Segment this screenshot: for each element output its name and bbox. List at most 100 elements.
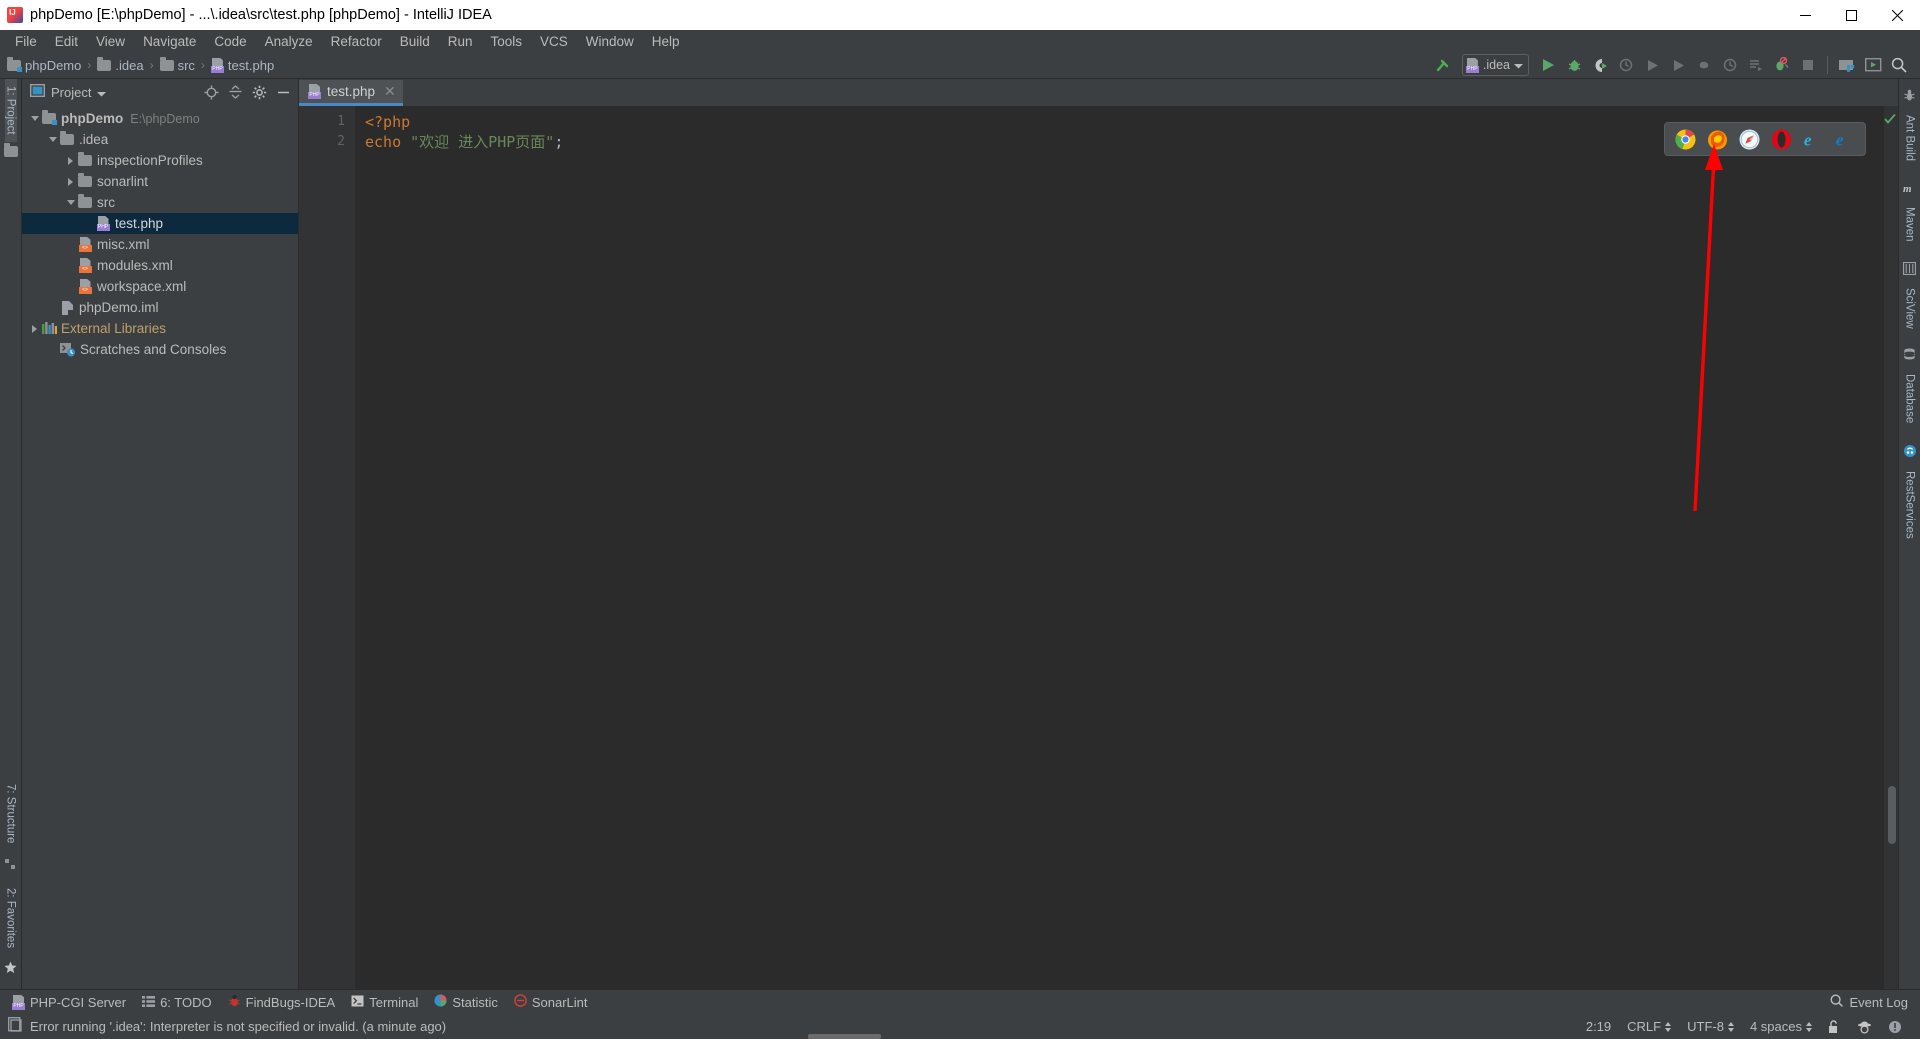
tree-item-modulesxml[interactable]: <> modules.xml bbox=[22, 255, 298, 276]
tree-item-sonarlint[interactable]: sonarlint bbox=[22, 171, 298, 192]
chevron-down-icon[interactable] bbox=[97, 84, 107, 102]
collapse-all-icon[interactable] bbox=[224, 82, 246, 104]
notification-icon[interactable] bbox=[8, 1016, 22, 1037]
project-structure-icon[interactable] bbox=[1834, 53, 1860, 77]
sidebar-item-project[interactable]: 1: Project bbox=[4, 79, 17, 142]
sidebar-item-database[interactable]: Database bbox=[1904, 368, 1916, 437]
menu-code[interactable]: Code bbox=[205, 32, 255, 51]
toolwindow-terminal[interactable]: Terminal bbox=[347, 995, 430, 1010]
tree-item-miscxml[interactable]: <> misc.xml bbox=[22, 234, 298, 255]
menu-file[interactable]: File bbox=[6, 32, 46, 51]
menu-view[interactable]: View bbox=[87, 32, 134, 51]
tree-item-testphp[interactable]: PHP test.php bbox=[22, 213, 298, 234]
toolwindow-statistic[interactable]: Statistic bbox=[430, 994, 510, 1010]
build-hammer-icon[interactable] bbox=[1430, 53, 1456, 77]
sidebar-item-sciview[interactable]: SciView bbox=[1904, 282, 1916, 343]
menu-help[interactable]: Help bbox=[643, 32, 689, 51]
menu-analyze[interactable]: Analyze bbox=[256, 32, 322, 51]
search-everywhere-icon[interactable] bbox=[1886, 53, 1912, 77]
hide-panel-icon[interactable] bbox=[272, 82, 294, 104]
stop-watch-icon[interactable] bbox=[1717, 53, 1743, 77]
caret-position[interactable]: 2:19 bbox=[1578, 1019, 1619, 1034]
run-with-coverage-icon[interactable] bbox=[1587, 53, 1613, 77]
tree-item-inspectionprofiles[interactable]: inspectionProfiles bbox=[22, 150, 298, 171]
firefox-icon[interactable] bbox=[1706, 128, 1728, 150]
php-file-icon: PHP bbox=[308, 84, 321, 99]
toolwindow-sonarlint[interactable]: SonarLint bbox=[510, 994, 600, 1010]
expand-arrow-icon[interactable] bbox=[64, 177, 77, 186]
maximize-icon[interactable] bbox=[1828, 0, 1874, 30]
horizontal-scrollbar[interactable] bbox=[808, 1034, 881, 1039]
stop-square-icon[interactable] bbox=[1795, 53, 1821, 77]
expand-arrow-icon[interactable] bbox=[64, 156, 77, 165]
safari-icon[interactable] bbox=[1738, 128, 1760, 150]
opera-icon[interactable] bbox=[1770, 128, 1792, 150]
breadcrumb-item-src[interactable]: src bbox=[159, 56, 195, 73]
debug-breakpoint-mute-icon[interactable] bbox=[1769, 53, 1795, 77]
sidebar-item-maven[interactable]: Maven bbox=[1904, 201, 1916, 256]
edge-icon[interactable]: e bbox=[1834, 128, 1856, 150]
breadcrumb-item-phpdemo[interactable]: phpDemo bbox=[7, 56, 81, 73]
code-content[interactable]: <?php echo "欢迎 进入PHP页面"; e e bbox=[355, 106, 1884, 989]
sidebar-item-structure[interactable]: 7: Structure bbox=[5, 777, 17, 850]
update-project-icon[interactable] bbox=[1860, 53, 1886, 77]
tree-item-phpdemo[interactable]: phpDemo E:\phpDemo bbox=[22, 108, 298, 129]
tree-item-phpdemoiml[interactable]: phpDemo.iml bbox=[22, 297, 298, 318]
favorites-star-icon bbox=[4, 961, 17, 979]
close-icon[interactable]: ✕ bbox=[384, 83, 396, 100]
breadcrumb-item-testphp[interactable]: PHP test.php bbox=[210, 57, 274, 73]
menu-edit[interactable]: Edit bbox=[46, 32, 87, 51]
expand-arrow-icon[interactable] bbox=[46, 137, 59, 142]
rerun-icon[interactable] bbox=[1665, 53, 1691, 77]
toolwindow-findbugs-idea[interactable]: FindBugs-IDEA bbox=[224, 994, 348, 1010]
chrome-icon[interactable] bbox=[1674, 128, 1696, 150]
expand-arrow-icon[interactable] bbox=[64, 200, 77, 205]
editor-tab-testphp[interactable]: PHP test.php ✕ bbox=[299, 80, 403, 106]
settings-gear-icon[interactable] bbox=[248, 82, 270, 104]
run-icon[interactable] bbox=[1535, 53, 1561, 77]
run-dashboard-icon[interactable] bbox=[1639, 53, 1665, 77]
hector-inspection-icon[interactable] bbox=[1849, 1020, 1880, 1034]
todo-list-icon[interactable] bbox=[1743, 53, 1769, 77]
indent-selector[interactable]: 4 spaces bbox=[1742, 1019, 1820, 1034]
menu-run[interactable]: Run bbox=[439, 32, 482, 51]
locate-target-icon[interactable] bbox=[200, 82, 222, 104]
menu-vcs[interactable]: VCS bbox=[531, 32, 577, 51]
close-icon[interactable] bbox=[1874, 0, 1920, 30]
sidebar-item-restservices[interactable]: RestServices bbox=[1904, 465, 1916, 553]
expand-arrow-icon[interactable] bbox=[28, 324, 41, 333]
tree-item-src[interactable]: src bbox=[22, 192, 298, 213]
background-tasks-icon[interactable] bbox=[1880, 1020, 1910, 1034]
code-editor[interactable]: 1 2 <?php echo "欢迎 进入PHP页面"; e e bbox=[299, 106, 1898, 989]
tree-item-workspacexml[interactable]: <> workspace.xml bbox=[22, 276, 298, 297]
tree-item-scratches-and-consoles[interactable]: Scratches and Consoles bbox=[22, 339, 298, 360]
profile-icon[interactable] bbox=[1613, 53, 1639, 77]
minimize-icon[interactable] bbox=[1782, 0, 1828, 30]
encoding-selector[interactable]: UTF-8 bbox=[1679, 1019, 1742, 1034]
editor-markup-gutter[interactable] bbox=[1884, 106, 1898, 989]
toolwindow-php-cgi-server[interactable]: PHP PHP-CGI Server bbox=[8, 994, 138, 1010]
toolwindow-todo[interactable]: 6: TODO bbox=[138, 995, 224, 1010]
sidebar-item-favorites[interactable]: 2: Favorites bbox=[5, 881, 17, 955]
run-configuration-selector[interactable]: PHP .idea bbox=[1461, 54, 1529, 76]
menu-refactor[interactable]: Refactor bbox=[322, 32, 391, 51]
tree-item-external-libraries[interactable]: External Libraries bbox=[22, 318, 298, 339]
menu-tools[interactable]: Tools bbox=[482, 32, 532, 51]
internet-explorer-icon[interactable]: e bbox=[1802, 128, 1824, 150]
event-log-button[interactable]: Event Log bbox=[1830, 994, 1920, 1010]
sidebar-item-ant-build[interactable]: Ant Build bbox=[1904, 109, 1916, 175]
menu-window[interactable]: Window bbox=[577, 32, 643, 51]
open-in-browser-popup[interactable]: e e bbox=[1664, 122, 1866, 156]
debug-icon[interactable] bbox=[1561, 53, 1587, 77]
status-message[interactable]: Error running '.idea': Interpreter is no… bbox=[30, 1019, 446, 1034]
menu-build[interactable]: Build bbox=[391, 32, 439, 51]
lock-unlocked-icon[interactable] bbox=[1820, 1019, 1849, 1034]
no-errors-checkmark-icon[interactable] bbox=[1884, 112, 1896, 130]
line-separator-selector[interactable]: CRLF bbox=[1619, 1019, 1679, 1034]
editor-scrollbar-thumb[interactable] bbox=[1888, 786, 1896, 844]
attach-process-icon[interactable] bbox=[1691, 53, 1717, 77]
tree-item-idea[interactable]: .idea bbox=[22, 129, 298, 150]
breadcrumb-item-idea[interactable]: .idea bbox=[97, 56, 144, 73]
menu-navigate[interactable]: Navigate bbox=[134, 32, 205, 51]
expand-arrow-icon[interactable] bbox=[28, 116, 41, 121]
